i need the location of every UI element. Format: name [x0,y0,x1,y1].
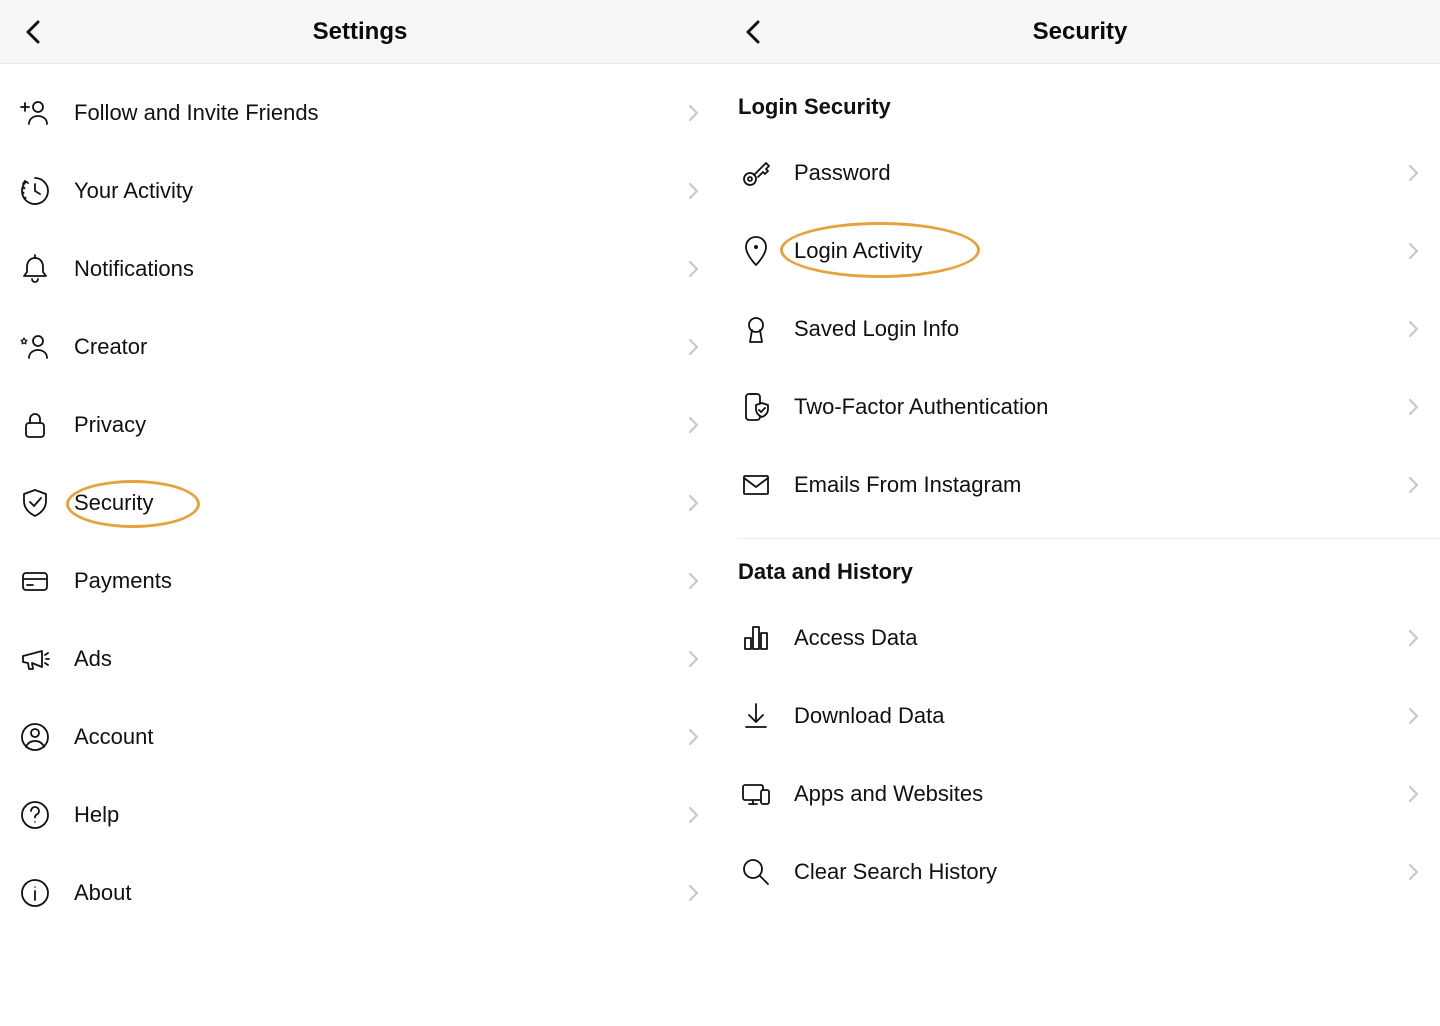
security-header: Security [720,0,1440,64]
settings-item-label: Security [74,490,688,516]
settings-panel: Settings Follow and Invite Friends Your … [0,0,720,1026]
chevron-right-icon [688,806,700,824]
security-item-emails[interactable]: Emails From Instagram [720,446,1440,524]
security-item-label: Apps and Websites [794,781,1408,807]
chevron-right-icon [1408,785,1420,803]
security-item-label: Login Activity [794,238,1408,264]
settings-header: Settings [0,0,720,64]
star-person-icon [18,330,74,364]
shield-check-icon [18,486,74,520]
settings-item-label: Creator [74,334,688,360]
settings-item-about[interactable]: About [0,854,720,932]
settings-item-ads[interactable]: Ads [0,620,720,698]
settings-item-payments[interactable]: Payments [0,542,720,620]
security-title: Security [720,18,1440,46]
settings-item-privacy[interactable]: Privacy [0,386,720,464]
download-icon [738,698,794,734]
settings-item-label: Your Activity [74,178,688,204]
chevron-right-icon [688,650,700,668]
search-icon [738,854,794,890]
chevron-right-icon [1408,476,1420,494]
lock-icon [18,408,74,442]
security-item-label: Clear Search History [794,859,1408,885]
settings-item-notifications[interactable]: Notifications [0,230,720,308]
chevron-left-icon [743,18,765,46]
section-data-history: Data and History [720,539,1440,599]
card-icon [18,564,74,598]
phone-shield-icon [738,389,794,425]
chevron-right-icon [1408,320,1420,338]
devices-icon [738,776,794,812]
help-icon [18,798,74,832]
settings-item-security[interactable]: Security [0,464,720,542]
security-item-password[interactable]: Password [720,134,1440,212]
add-person-icon [18,96,74,130]
chevron-right-icon [688,338,700,356]
chevron-right-icon [1408,863,1420,881]
chevron-right-icon [688,884,700,902]
security-item-label: Access Data [794,625,1408,651]
chevron-right-icon [1408,629,1420,647]
settings-item-label: Notifications [74,256,688,282]
security-item-saved-login[interactable]: Saved Login Info [720,290,1440,368]
chevron-right-icon [1408,707,1420,725]
chevron-right-icon [1408,242,1420,260]
settings-item-follow-invite[interactable]: Follow and Invite Friends [0,74,720,152]
chevron-right-icon [1408,398,1420,416]
chevron-left-icon [23,18,45,46]
bar-chart-icon [738,620,794,656]
back-button[interactable] [16,14,52,50]
envelope-icon [738,467,794,503]
bell-icon [18,252,74,286]
security-item-access-data[interactable]: Access Data [720,599,1440,677]
info-icon [18,876,74,910]
security-item-download-data[interactable]: Download Data [720,677,1440,755]
settings-item-creator[interactable]: Creator [0,308,720,386]
settings-item-label: Help [74,802,688,828]
settings-item-label: Follow and Invite Friends [74,100,688,126]
settings-item-label: Payments [74,568,688,594]
security-list: Login Security Password Login Activity S… [720,64,1440,1026]
security-item-label: Download Data [794,703,1408,729]
chevron-right-icon [688,104,700,122]
back-button[interactable] [736,14,772,50]
security-item-apps-websites[interactable]: Apps and Websites [720,755,1440,833]
settings-item-label: About [74,880,688,906]
settings-item-help[interactable]: Help [0,776,720,854]
keyhole-icon [738,311,794,347]
chevron-right-icon [688,728,700,746]
megaphone-icon [18,642,74,676]
key-icon [738,155,794,191]
security-panel: Security Login Security Password Login A… [720,0,1440,1026]
chevron-right-icon [688,572,700,590]
settings-item-label: Account [74,724,688,750]
chevron-right-icon [1408,164,1420,182]
settings-item-activity[interactable]: Your Activity [0,152,720,230]
security-item-clear-search[interactable]: Clear Search History [720,833,1440,911]
settings-item-account[interactable]: Account [0,698,720,776]
security-item-label: Saved Login Info [794,316,1408,342]
settings-list: Follow and Invite Friends Your Activity … [0,64,720,1026]
security-item-two-factor[interactable]: Two-Factor Authentication [720,368,1440,446]
chevron-right-icon [688,494,700,512]
account-icon [18,720,74,754]
security-item-label: Password [794,160,1408,186]
security-item-label: Two-Factor Authentication [794,394,1408,420]
chevron-right-icon [688,182,700,200]
activity-icon [18,174,74,208]
location-pin-icon [738,233,794,269]
chevron-right-icon [688,260,700,278]
security-item-login-activity[interactable]: Login Activity [720,212,1440,290]
settings-item-label: Privacy [74,412,688,438]
chevron-right-icon [688,416,700,434]
settings-item-label: Ads [74,646,688,672]
section-login-security: Login Security [720,74,1440,134]
settings-title: Settings [0,18,720,46]
security-item-label: Emails From Instagram [794,472,1408,498]
